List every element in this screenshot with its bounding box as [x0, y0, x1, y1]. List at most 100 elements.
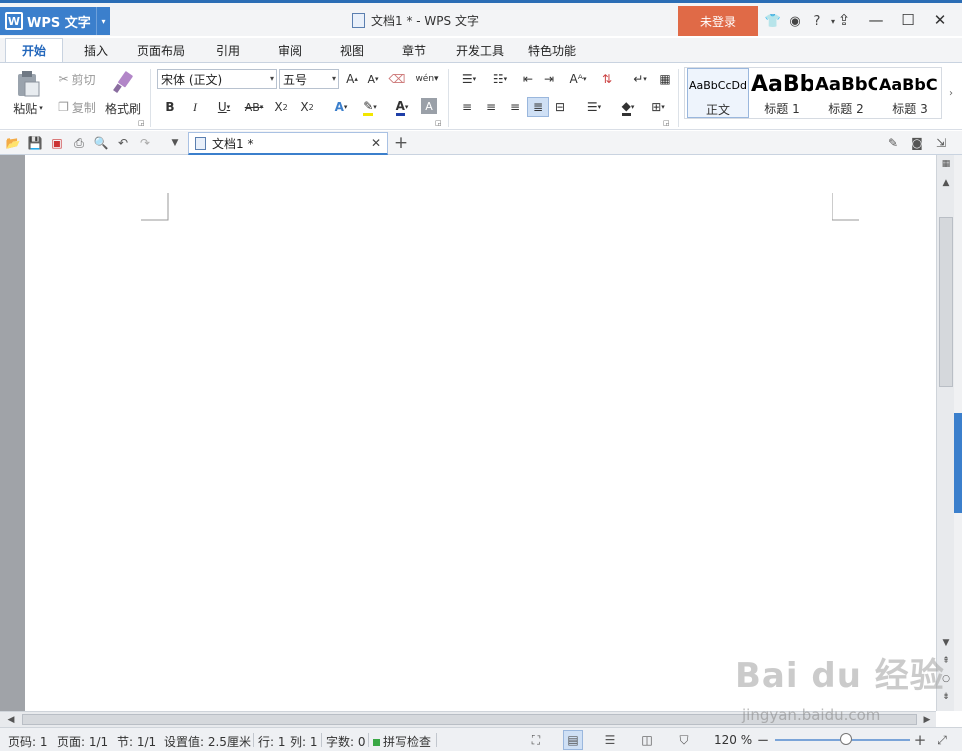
dialog-launcher-icon[interactable]: ◲: [663, 119, 670, 127]
tab-references[interactable]: 引用: [202, 38, 254, 62]
split-view-icon[interactable]: ▦: [937, 156, 955, 172]
italic-icon[interactable]: I: [186, 97, 204, 117]
format-painter-button[interactable]: 格式刷: [104, 99, 142, 117]
highlight-icon[interactable]: ✎ ▾: [356, 97, 384, 117]
paste-button[interactable]: 粘贴 ▾: [8, 99, 48, 117]
tab-view[interactable]: 视图: [326, 38, 378, 62]
align-left-icon[interactable]: ≡: [458, 97, 476, 117]
copy-button[interactable]: ❐ 复制: [52, 98, 102, 116]
tab-insert[interactable]: 插入: [70, 38, 122, 62]
scroll-right-icon[interactable]: ▶: [918, 712, 936, 728]
document-page[interactable]: [25, 155, 936, 711]
strikethrough-icon[interactable]: AB ▾: [240, 97, 268, 117]
underline-icon[interactable]: U ▾: [210, 97, 238, 117]
pen-icon[interactable]: ✎: [884, 134, 902, 152]
sort-icon[interactable]: ⇅: [598, 69, 616, 89]
status-word-count[interactable]: 字数: 0: [326, 733, 366, 750]
align-right-icon[interactable]: ≡: [506, 97, 524, 117]
table-grid-icon[interactable]: ▦: [656, 69, 674, 89]
print-icon[interactable]: ⎙: [70, 134, 88, 152]
cut-button[interactable]: ✂ 剪切: [52, 70, 102, 88]
close-icon[interactable]: ✕: [371, 136, 381, 150]
char-shading-icon[interactable]: A: [421, 98, 437, 114]
scroll-thumb[interactable]: [939, 217, 953, 387]
change-case-icon[interactable]: Aᴬ ▾: [564, 69, 592, 89]
paste-icon[interactable]: [10, 69, 46, 99]
text-effect-icon[interactable]: A ▾: [328, 97, 354, 117]
tab-developer[interactable]: 开发工具: [448, 38, 512, 62]
font-size-select[interactable]: 五号 ▾: [279, 69, 339, 89]
dialog-launcher-icon[interactable]: ◲: [138, 119, 145, 127]
new-tab-button[interactable]: +: [392, 133, 410, 153]
format-painter-icon[interactable]: [110, 69, 136, 95]
undo-icon[interactable]: ↶: [114, 134, 132, 152]
upload-icon[interactable]: ⇪: [828, 8, 860, 32]
open-icon[interactable]: 📂: [4, 134, 22, 152]
zoom-level[interactable]: 120 %: [714, 733, 752, 747]
side-panel-toggle[interactable]: [954, 155, 962, 711]
pinyin-icon[interactable]: wén▾: [413, 69, 441, 89]
tab-page-layout[interactable]: 页面布局: [130, 38, 192, 62]
scroll-left-icon[interactable]: ◀: [2, 712, 20, 728]
document-tab[interactable]: 文档1 * ✕: [188, 132, 388, 155]
chevron-down-icon[interactable]: ▼: [166, 134, 184, 152]
export-pdf-icon[interactable]: ▣: [48, 134, 66, 152]
redo-icon[interactable]: ↷: [136, 134, 154, 152]
increase-indent-icon[interactable]: ⇥: [540, 69, 558, 89]
web-view-icon[interactable]: ◫: [637, 730, 657, 750]
align-center-icon[interactable]: ≡: [482, 97, 500, 117]
print-preview-icon[interactable]: 🔍: [92, 134, 110, 152]
font-color-icon[interactable]: A ▾: [388, 97, 416, 117]
minimize-button[interactable]: —: [860, 8, 892, 32]
backup-icon[interactable]: ◙: [908, 134, 926, 152]
grow-font-icon[interactable]: A ▴: [343, 69, 361, 89]
line-spacing-icon[interactable]: ☰ ▾: [580, 97, 608, 117]
feedback-icon[interactable]: ◉: [784, 9, 806, 33]
outline-view-icon[interactable]: ☰: [600, 730, 620, 750]
help-icon[interactable]: ?: [806, 9, 828, 33]
zoom-out-icon[interactable]: −: [753, 730, 773, 750]
tab-review[interactable]: 审阅: [264, 38, 316, 62]
spell-check-toggle[interactable]: 拼写检查: [373, 733, 431, 750]
fit-window-icon[interactable]: ⤢: [932, 730, 952, 750]
vertical-scrollbar[interactable]: ▦ ▲ ▼ ⇞ ○ ⇟: [936, 155, 954, 711]
clear-format-icon[interactable]: ⌫: [388, 69, 406, 89]
tab-special[interactable]: 特色功能: [520, 38, 584, 62]
shrink-font-icon[interactable]: A ▾: [364, 69, 382, 89]
borders-icon[interactable]: ⊞ ▾: [644, 97, 672, 117]
collapse-ribbon-icon[interactable]: ⇲: [932, 134, 950, 152]
reading-view-icon[interactable]: ⛉: [674, 730, 694, 750]
zoom-slider-handle[interactable]: [840, 733, 852, 745]
chevron-down-icon[interactable]: ▾: [96, 7, 110, 35]
style-normal[interactable]: AaBbCcDd 正文: [687, 68, 749, 118]
zoom-in-icon[interactable]: +: [910, 730, 930, 750]
justify-icon[interactable]: ≣: [527, 97, 549, 117]
scroll-up-icon[interactable]: ▲: [937, 175, 955, 191]
side-panel-handle[interactable]: [954, 413, 962, 513]
close-button[interactable]: ✕: [924, 8, 956, 32]
distributed-icon[interactable]: ⊟: [551, 97, 569, 117]
bold-icon[interactable]: B: [161, 97, 179, 117]
subscript-icon[interactable]: X2: [298, 97, 316, 117]
style-heading-3[interactable]: AaBbC 标题 3: [879, 68, 941, 118]
fullscreen-view-icon[interactable]: ⛶: [526, 730, 546, 750]
chevron-right-icon[interactable]: ›: [944, 83, 958, 103]
numbered-list-icon[interactable]: ☷ ▾: [486, 69, 514, 89]
app-menu-button[interactable]: W WPS 文字 ▾: [0, 7, 110, 35]
shading-icon[interactable]: ◆ ▾: [614, 97, 642, 117]
style-heading-1[interactable]: AaBb 标题 1: [751, 68, 813, 118]
tab-section[interactable]: 章节: [388, 38, 440, 62]
page-view-icon[interactable]: ▤: [563, 730, 583, 750]
dialog-launcher-icon[interactable]: ◲: [435, 119, 442, 127]
decrease-indent-icon[interactable]: ⇤: [519, 69, 537, 89]
superscript-icon[interactable]: X2: [272, 97, 290, 117]
paragraph-mark-icon[interactable]: ↵ ▾: [626, 69, 654, 89]
maximize-button[interactable]: ☐: [892, 8, 924, 32]
save-icon[interactable]: 💾: [26, 134, 44, 152]
login-button[interactable]: 未登录: [678, 6, 758, 36]
font-select[interactable]: 宋体 (正文) ▾: [157, 69, 277, 89]
bullet-list-icon[interactable]: ☰ ▾: [455, 69, 483, 89]
tab-home[interactable]: 开始: [5, 38, 63, 62]
style-heading-2[interactable]: AaBbC 标题 2: [815, 68, 877, 118]
skin-icon[interactable]: 👕: [762, 9, 784, 33]
